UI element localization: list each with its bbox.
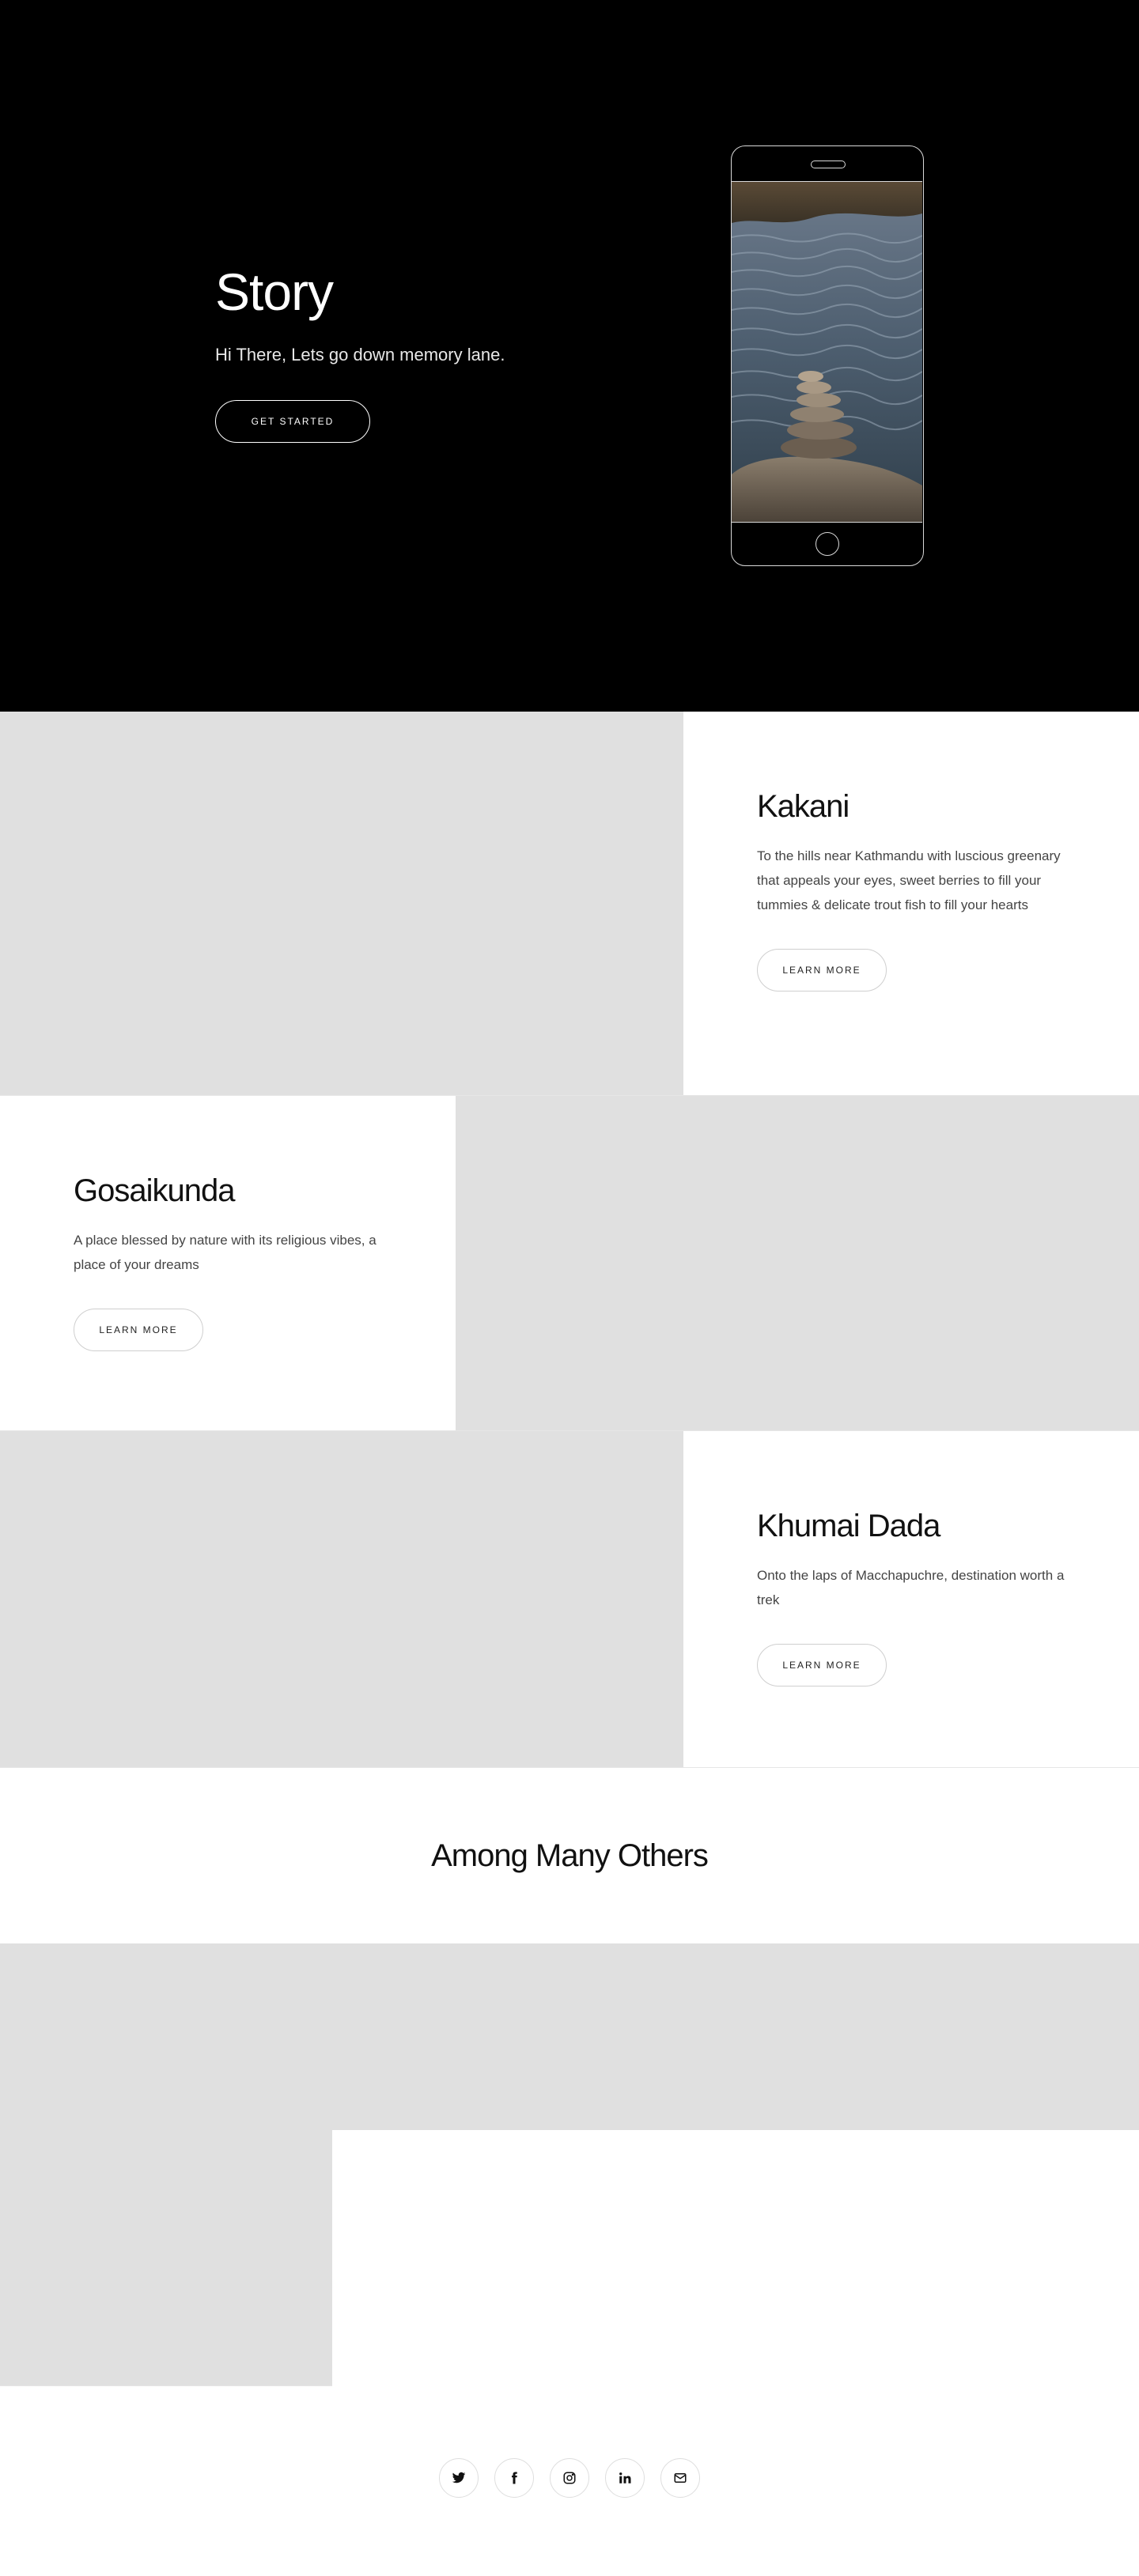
phone-mockup bbox=[731, 145, 924, 566]
gallery-white-panel bbox=[332, 2130, 1139, 2386]
learn-more-button[interactable]: LEARN MORE bbox=[757, 1644, 887, 1686]
feature-copy: Kakani To the hills near Kathmandu with … bbox=[757, 789, 1073, 991]
facebook-icon[interactable] bbox=[494, 2458, 534, 2498]
gosaikunda-image-placeholder bbox=[456, 1096, 1139, 1430]
kakani-image-placeholder bbox=[0, 712, 683, 1095]
learn-more-button[interactable]: LEARN MORE bbox=[757, 949, 887, 991]
feature-khumai-dada: Khumai Dada Onto the laps of Macchapuchr… bbox=[0, 1431, 1139, 1768]
phone-screen-image bbox=[732, 181, 922, 523]
feature-copy: Gosaikunda A place blessed by nature wit… bbox=[74, 1173, 406, 1351]
hero-section: Story Hi There, Lets go down memory lane… bbox=[0, 0, 1139, 712]
feature-copy: Khumai Dada Onto the laps of Macchapuchr… bbox=[757, 1509, 1073, 1686]
phone-speaker bbox=[811, 161, 846, 168]
among-title: Among Many Others bbox=[431, 1838, 709, 1873]
stone-cairn-lake-image bbox=[732, 182, 922, 522]
learn-more-button[interactable]: LEARN MORE bbox=[74, 1309, 203, 1351]
hero-text: Story Hi There, Lets go down memory lane… bbox=[215, 266, 505, 443]
among-section: Among Many Others bbox=[0, 1768, 1139, 1943]
khumai-dada-image-placeholder bbox=[0, 1431, 683, 1767]
linkedin-icon[interactable] bbox=[605, 2458, 645, 2498]
gallery-section bbox=[0, 1943, 1139, 2386]
instagram-icon[interactable] bbox=[550, 2458, 589, 2498]
get-started-button[interactable]: GET STARTED bbox=[215, 400, 370, 443]
phone-home-button bbox=[815, 532, 839, 556]
feature-description: To the hills near Kathmandu with lusciou… bbox=[757, 848, 1061, 912]
feature-title: Gosaikunda bbox=[74, 1173, 235, 1208]
feature-title: Kakani bbox=[757, 789, 850, 824]
feature-title: Khumai Dada bbox=[757, 1509, 940, 1543]
feature-description: A place blessed by nature with its relig… bbox=[74, 1233, 377, 1272]
hero-title: Story bbox=[215, 263, 334, 321]
feature-kakani: Kakani To the hills near Kathmandu with … bbox=[0, 712, 1139, 1096]
hero-subtitle: Hi There, Lets go down memory lane. bbox=[215, 345, 505, 364]
footer bbox=[0, 2386, 1139, 2559]
twitter-icon[interactable] bbox=[439, 2458, 479, 2498]
feature-description: Onto the laps of Macchapuchre, destinati… bbox=[757, 1568, 1065, 1607]
feature-gosaikunda: Gosaikunda A place blessed by nature wit… bbox=[0, 1096, 1139, 1431]
email-icon[interactable] bbox=[660, 2458, 700, 2498]
